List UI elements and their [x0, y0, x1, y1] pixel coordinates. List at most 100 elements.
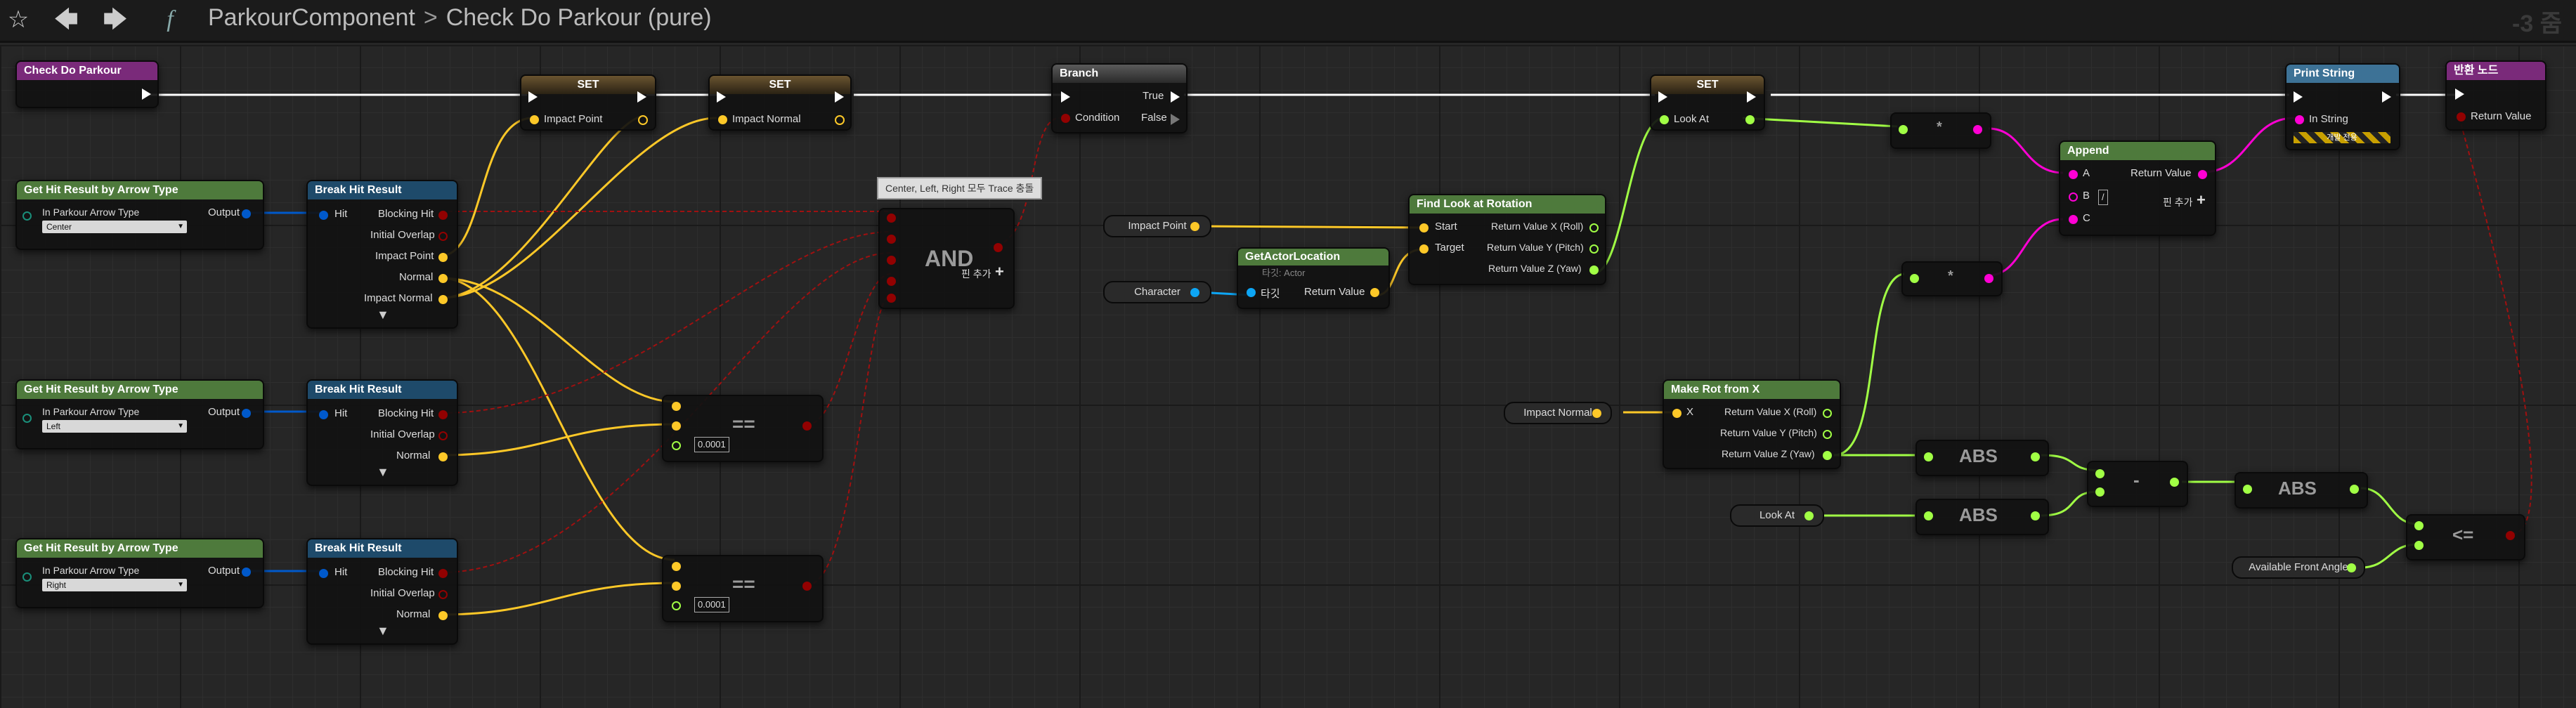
node-comment-bubble[interactable]: Center, Left, Right 모두 Trace 충돌	[877, 177, 1043, 199]
arrow-type-dropdown[interactable]: Left	[42, 420, 187, 433]
vector-out-pin[interactable]	[438, 611, 448, 620]
exec-out-pin[interactable]	[835, 91, 844, 103]
struct-out-pin[interactable]	[242, 209, 251, 218]
vector-out-pin[interactable]	[1592, 409, 1601, 418]
vector-in-pin[interactable]	[718, 115, 727, 124]
arrow-type-dropdown[interactable]: Center	[42, 221, 187, 233]
bool-out-pin[interactable]	[994, 243, 1003, 252]
exec-in-pin[interactable]	[2294, 91, 2303, 103]
float-in-pin[interactable]	[672, 441, 681, 450]
make-rot-from-x-node[interactable]: Make Rot from X X Return Value X (Roll) …	[1663, 379, 1841, 469]
float-in-pin[interactable]	[672, 601, 681, 610]
tolerance-input[interactable]: 0.0001	[694, 437, 729, 452]
break-hit-result-node-3[interactable]: Break Hit Result Hit Blocking Hit Initia…	[306, 538, 458, 645]
find-look-at-rotation-node[interactable]: Find Look at Rotation Start Target Retur…	[1408, 194, 1606, 285]
exec-in-pin[interactable]	[1061, 91, 1070, 103]
float-out-pin[interactable]	[2031, 452, 2040, 461]
bool-out-pin[interactable]	[438, 410, 448, 419]
equal-vector-node-2[interactable]: 0.0001 ==	[662, 555, 824, 622]
branch-node[interactable]: Branch Condition True False	[1051, 63, 1188, 133]
get-actor-location-node[interactable]: GetActorLocation 타깃: Actor 타깃 Return Val…	[1237, 247, 1390, 309]
vector-out-pin[interactable]	[1370, 288, 1379, 297]
true-exec-pin[interactable]	[1171, 91, 1180, 103]
float-out-pin[interactable]	[2031, 511, 2040, 520]
exec-out-pin[interactable]	[2382, 91, 2391, 103]
enum-in-pin[interactable]	[22, 211, 32, 221]
float-in-pin[interactable]	[1660, 115, 1669, 124]
float-out-pin[interactable]	[1804, 511, 1814, 520]
b-value-input[interactable]: /	[2098, 190, 2108, 205]
float-in-pin[interactable]	[2414, 521, 2424, 530]
vector-in-pin[interactable]	[1419, 223, 1429, 232]
set-impact-normal-node[interactable]: SET Impact Normal	[708, 74, 852, 131]
print-string-node[interactable]: Print String In String 개발 전용	[2285, 63, 2400, 150]
available-front-angle-variable[interactable]: Available Front Angle	[2232, 556, 2365, 579]
get-hit-result-right-node[interactable]: Get Hit Result by Arrow Type In Parkour …	[15, 538, 264, 608]
bool-out-pin[interactable]	[438, 590, 448, 599]
string-in-pin[interactable]	[2069, 170, 2078, 179]
exec-out-pin[interactable]	[142, 88, 151, 100]
string-in-pin[interactable]	[2069, 192, 2078, 202]
float-out-pin[interactable]	[1823, 451, 1832, 460]
exec-in-pin[interactable]	[1658, 91, 1667, 103]
struct-in-pin[interactable]	[319, 410, 328, 419]
float-out-pin[interactable]	[2350, 485, 2359, 494]
subtract-node[interactable]: -	[2087, 461, 2188, 507]
float-out-pin[interactable]	[1745, 115, 1755, 124]
get-hit-result-center-node[interactable]: Get Hit Result by Arrow Type In Parkour …	[15, 180, 264, 250]
vector-in-pin[interactable]	[672, 402, 681, 411]
float-out-pin[interactable]	[1589, 223, 1599, 232]
enum-in-pin[interactable]	[22, 572, 32, 582]
conversion-node-2[interactable]: *	[1901, 261, 2003, 296]
struct-in-pin[interactable]	[319, 211, 328, 220]
exec-out-pin[interactable]	[1747, 91, 1756, 103]
exec-out-pin[interactable]	[637, 91, 646, 103]
look-at-variable[interactable]: Look At	[1730, 504, 1824, 527]
vector-out-pin[interactable]	[638, 115, 648, 125]
vector-in-pin[interactable]	[1672, 409, 1681, 418]
string-out-pin[interactable]	[1984, 274, 1993, 283]
return-node[interactable]: 반환 노드 Return Value	[2445, 60, 2546, 131]
bool-out-pin[interactable]	[438, 569, 448, 578]
vector-in-pin[interactable]	[672, 582, 681, 591]
bool-out-pin[interactable]	[438, 431, 448, 440]
bool-out-pin[interactable]	[438, 232, 448, 241]
set-look-at-node[interactable]: SET Look At	[1650, 74, 1765, 131]
add-pin-icon[interactable]: +	[2197, 191, 2206, 209]
exec-in-pin[interactable]	[2455, 88, 2464, 100]
float-out-pin[interactable]	[1823, 409, 1832, 418]
float-in-pin[interactable]	[1924, 452, 1933, 461]
float-in-pin[interactable]	[1924, 511, 1933, 520]
break-hit-result-node-2[interactable]: Break Hit Result Hit Blocking Hit Initia…	[306, 379, 458, 486]
conversion-node-1[interactable]: *	[1890, 112, 1991, 149]
float-in-pin[interactable]	[2095, 487, 2105, 497]
float-out-pin[interactable]	[1823, 430, 1832, 439]
and-node[interactable]: AND 핀 추가 +	[878, 208, 1015, 309]
float-out-pin[interactable]	[2347, 563, 2356, 572]
vector-out-pin[interactable]	[1190, 222, 1199, 231]
less-equal-node[interactable]: <=	[2406, 514, 2525, 560]
string-out-pin[interactable]	[1973, 125, 1982, 134]
bool-out-pin[interactable]	[802, 421, 812, 431]
exec-in-pin[interactable]	[528, 91, 538, 103]
function-entry-node[interactable]: Check Do Parkour	[15, 60, 159, 108]
vector-out-pin[interactable]	[835, 115, 845, 125]
vector-in-pin[interactable]	[672, 421, 681, 431]
break-hit-result-node-1[interactable]: Break Hit Result Hit Blocking Hit Initia…	[306, 180, 458, 329]
character-variable[interactable]: Character	[1103, 281, 1211, 303]
vector-in-pin[interactable]	[530, 115, 539, 124]
float-in-pin[interactable]	[2414, 541, 2424, 550]
bool-in-pin[interactable]	[887, 235, 896, 244]
set-impact-point-node[interactable]: SET Impact Point	[520, 74, 656, 131]
float-in-pin[interactable]	[1910, 274, 1919, 283]
float-in-pin[interactable]	[1899, 125, 1908, 134]
vector-in-pin[interactable]	[672, 562, 681, 571]
arrow-type-dropdown[interactable]: Right	[42, 579, 187, 591]
bool-out-pin[interactable]	[802, 582, 812, 591]
expand-chevron-icon[interactable]: ▼	[377, 308, 389, 322]
bool-in-pin[interactable]	[887, 277, 896, 286]
bool-in-pin[interactable]	[887, 294, 896, 303]
enum-in-pin[interactable]	[22, 414, 32, 423]
vector-out-pin[interactable]	[438, 253, 448, 262]
bool-out-pin[interactable]	[2506, 531, 2515, 540]
